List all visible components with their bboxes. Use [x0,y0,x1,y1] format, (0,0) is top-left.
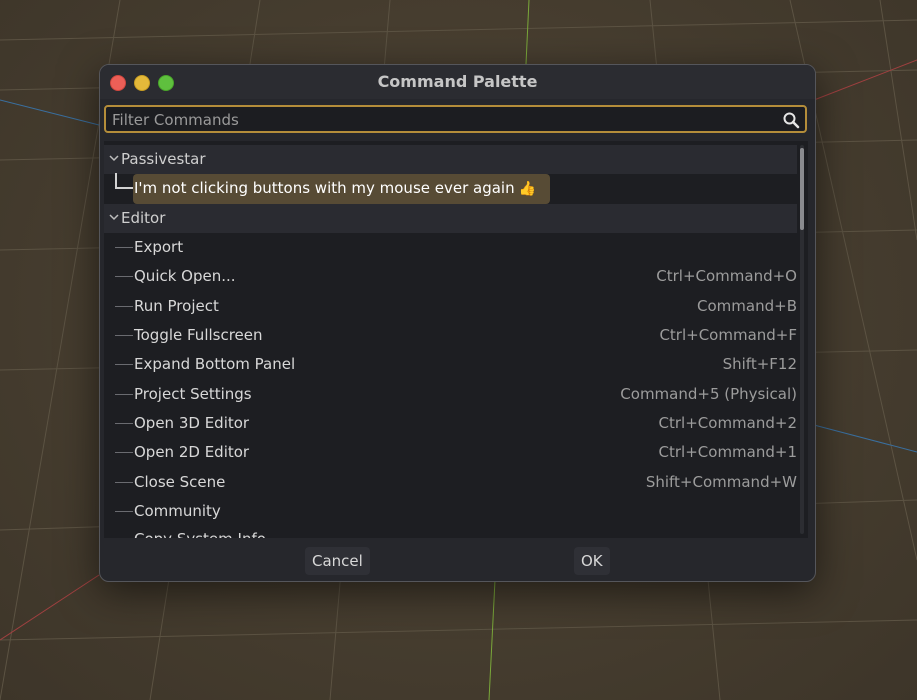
shortcut-label: Command+5 (Physical) [620,385,797,403]
command-row-quick-open[interactable]: Quick Open... Ctrl+Command+O [104,262,797,291]
command-label: Quick Open... [134,267,236,285]
section-label: Passivestar [121,150,206,168]
command-label: Community [134,502,221,520]
thumbs-up-icon: 👍 [518,181,537,197]
tree-connector [115,350,133,365]
tree-connector [115,233,133,248]
tree-connector [115,262,133,277]
minimize-window-button[interactable] [134,75,150,91]
title-bar: Command Palette [100,65,815,99]
shortcut-label: Ctrl+Command+O [656,267,797,285]
ok-button[interactable]: OK [574,547,610,575]
section-label: Editor [121,209,166,227]
shortcut-label: Shift+Command+W [645,473,797,491]
command-row-close-scene[interactable]: Close Scene Shift+Command+W [104,468,797,497]
command-label: Export [134,238,184,256]
tree-connector [115,173,133,189]
command-row-toggle-fullscreen[interactable]: Toggle Fullscreen Ctrl+Command+F [104,321,797,350]
command-label: Expand Bottom Panel [134,355,296,373]
search-icon[interactable] [782,111,800,129]
command-row-open-2d-editor[interactable]: Open 2D Editor Ctrl+Command+1 [104,438,797,467]
tree-connector [115,438,133,453]
chevron-down-icon[interactable] [109,212,119,222]
tree-connector [115,497,133,512]
command-label: Open 2D Editor [134,443,250,461]
command-label: Toggle Fullscreen [134,326,263,344]
chevron-down-icon[interactable] [109,153,119,163]
command-label: Project Settings [134,385,252,403]
shortcut-label: Ctrl+Command+1 [658,443,797,461]
command-label: Close Scene [134,473,226,491]
cancel-button[interactable]: Cancel [305,547,370,575]
tree-connector [115,468,133,483]
command-row-community[interactable]: Community [104,497,797,526]
filter-field[interactable] [104,105,807,133]
tree-connector [115,409,133,424]
command-palette-dialog: Command Palette Passivestar I'm not clic… [99,64,816,582]
shortcut-label: Ctrl+Command+F [659,326,797,344]
command-row-expand-bottom-panel[interactable]: Expand Bottom Panel Shift+F12 [104,350,797,379]
vertical-scrollbar-thumb[interactable] [800,148,804,230]
command-row-project-settings[interactable]: Project Settings Command+5 (Physical) [104,380,797,409]
tree-connector [115,321,133,336]
shortcut-label: Command+B [697,297,797,315]
shortcut-label: Shift+F12 [722,355,797,373]
command-row-open-3d-editor[interactable]: Open 3D Editor Ctrl+Command+2 [104,409,797,438]
tree-connector [115,380,133,395]
section-row-passivestar[interactable]: Passivestar [104,145,797,174]
dialog-title: Command Palette [377,72,538,91]
tree-connector [115,525,133,538]
shortcut-label: Ctrl+Command+2 [658,414,797,432]
close-window-button[interactable] [110,75,126,91]
filter-commands-input[interactable] [110,109,784,131]
command-label: Run Project [134,297,219,315]
tree-connector [115,292,133,307]
command-row-copy-system-info[interactable]: Copy System Info [104,525,797,538]
command-row-export[interactable]: Export [104,233,797,262]
command-label: Open 3D Editor [134,414,250,432]
command-tree: Passivestar I'm not clicking buttons wit… [104,141,808,538]
command-row-selected[interactable]: I'm not clicking buttons with my mouse e… [104,173,797,204]
zoom-window-button[interactable] [158,75,174,91]
command-label: I'm not clicking buttons with my mouse e… [134,179,537,197]
section-row-editor[interactable]: Editor [104,204,797,233]
command-label: Copy System Info [134,530,266,538]
command-row-run-project[interactable]: Run Project Command+B [104,292,797,321]
